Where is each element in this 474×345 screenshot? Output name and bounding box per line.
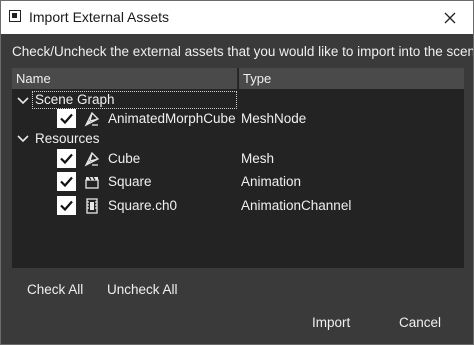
instruction-text: Check/Uncheck the external assets that y…	[12, 44, 474, 59]
close-button[interactable]	[427, 1, 473, 34]
mesh-icon	[84, 151, 100, 167]
item-name: Cube	[108, 151, 141, 166]
import-button[interactable]: Import	[312, 315, 350, 331]
title-bar[interactable]: Import External Assets	[1, 1, 473, 34]
item-type: Mesh	[241, 151, 275, 166]
item-checkbox[interactable]	[57, 196, 76, 215]
tree-row[interactable]: AnimatedMorphCube MeshNode	[12, 108, 464, 130]
item-type: MeshNode	[241, 111, 307, 126]
item-checkbox[interactable]	[57, 172, 76, 191]
chevron-down-icon[interactable]	[17, 95, 29, 107]
cancel-button[interactable]: Cancel	[399, 315, 441, 331]
item-type: AnimationChannel	[241, 198, 352, 213]
clapperboard-icon	[85, 176, 99, 189]
group-label: Scene Graph	[35, 92, 115, 107]
window-icon	[9, 10, 21, 22]
chevron-down-icon[interactable]	[17, 133, 29, 145]
tree-row[interactable]: Cube Mesh	[12, 148, 464, 170]
item-checkbox[interactable]	[57, 109, 76, 128]
checkmark-icon	[60, 153, 73, 165]
item-type: Animation	[241, 174, 302, 189]
item-checkbox[interactable]	[57, 149, 76, 168]
checkmark-icon	[60, 176, 73, 188]
column-header-name[interactable]: Name	[12, 68, 238, 89]
tree-row[interactable]: Square Animation	[12, 171, 464, 193]
window-title: Import External Assets	[29, 9, 170, 25]
asset-tree[interactable]: Name Type Scene Graph AnimatedMorphCube …	[12, 68, 464, 268]
item-name: Square	[108, 174, 152, 189]
mesh-icon	[84, 111, 100, 127]
film-strip-icon	[86, 198, 98, 214]
item-name: Square.ch0	[108, 198, 178, 213]
uncheck-all-button[interactable]: Uncheck All	[107, 282, 178, 298]
group-label: Resources	[35, 131, 100, 146]
tree-row[interactable]: Square.ch0 AnimationChannel	[12, 195, 464, 217]
checkmark-icon	[60, 200, 73, 212]
column-header-type[interactable]: Type	[239, 68, 464, 89]
checkmark-icon	[60, 113, 73, 125]
item-name: AnimatedMorphCube	[108, 111, 236, 126]
close-icon	[444, 12, 456, 23]
import-dialog: Import External Assets Check/Uncheck the…	[0, 0, 474, 345]
check-all-button[interactable]: Check All	[27, 282, 83, 298]
